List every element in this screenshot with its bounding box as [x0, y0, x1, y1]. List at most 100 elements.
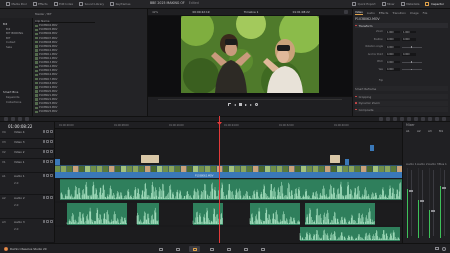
track-header-a3[interactable]: A3 Audio 3 2.0 — [0, 219, 55, 243]
topbar-button-inspector[interactable]: Inspector — [425, 2, 444, 6]
rewind-icon[interactable] — [234, 103, 236, 106]
clip-list-item[interactable]: P1038005.MOV — [35, 28, 99, 32]
clip-list-item[interactable]: P1038022.MOV — [35, 98, 99, 102]
topbar-button-keyframes[interactable]: Keyframes — [110, 2, 130, 6]
topbar-button-effects[interactable]: Effects — [32, 2, 48, 6]
enabled-indicator-icon[interactable] — [355, 95, 357, 98]
lock-icon[interactable] — [42, 196, 46, 199]
page-color[interactable] — [223, 246, 234, 252]
mute-icon[interactable] — [46, 140, 50, 143]
track-area[interactable]: P1038062.MOV — [55, 129, 402, 243]
inspector-tab-file[interactable]: File — [423, 11, 428, 15]
link-icon[interactable] — [407, 117, 411, 121]
fader-knob[interactable] — [442, 186, 447, 189]
zoom-level[interactable]: 42% — [152, 10, 158, 14]
enabled-indicator-icon[interactable] — [355, 102, 357, 104]
page-deliver[interactable] — [257, 246, 268, 252]
clip-list-item[interactable]: P1038007.MOV — [35, 36, 99, 40]
smart-reframe-header[interactable]: Smart Reframe — [355, 86, 448, 91]
slider-knob[interactable] — [411, 61, 413, 63]
page-fairlight[interactable] — [240, 246, 251, 252]
transform-section-header[interactable]: Transform — [355, 23, 448, 28]
clip-list-item[interactable]: P1038020.MOV — [35, 90, 99, 94]
clip-list-item[interactable]: P1038023.MOV — [35, 102, 99, 106]
clip-list-item[interactable]: P1038021.MOV — [35, 94, 99, 98]
page-fusion[interactable] — [206, 246, 217, 252]
timeline-viewer[interactable] — [148, 16, 352, 96]
solo-icon[interactable] — [50, 150, 53, 153]
bin-item[interactable]: Bill — [6, 27, 10, 31]
solo-icon[interactable] — [50, 196, 53, 199]
snap-icon[interactable] — [400, 117, 404, 121]
scissor-icon[interactable] — [25, 117, 29, 121]
enabled-indicator-icon[interactable] — [355, 108, 357, 111]
slider-knob[interactable] — [411, 46, 413, 48]
timeline-ruler[interactable]: 01:00:00:00 01:00:08:00 01:00:16:00 01:00:2… — [55, 122, 402, 129]
clip-list-item[interactable]: P1038019.MOV — [35, 86, 99, 90]
clip-list-item[interactable]: P1038025.MOV — [35, 110, 99, 114]
clip-list-item[interactable]: P1038015.MOV — [35, 69, 99, 73]
clip-list-item[interactable]: P1038014.MOV — [35, 65, 99, 69]
timeline-selector[interactable]: Timeline 1 — [244, 10, 259, 14]
topbar-button-sound-library[interactable]: Sound Library — [79, 2, 104, 6]
fader-knob[interactable] — [431, 209, 436, 212]
transform-slider[interactable] — [402, 46, 422, 48]
inspector-tab-audio[interactable]: Audio — [367, 11, 375, 15]
transform-value-y[interactable]: 0.000 — [402, 38, 416, 41]
solo-icon[interactable] — [50, 130, 53, 133]
clip-list-item[interactable]: P1038017.MOV — [35, 77, 99, 81]
transform-value-x[interactable]: 0.000 — [386, 68, 400, 71]
clip-list-item[interactable]: P1038011.MOV — [35, 53, 99, 57]
zoom-out-icon[interactable] — [435, 117, 439, 121]
solo-icon[interactable] — [50, 160, 53, 163]
bin-item[interactable]: Sele — [6, 45, 12, 49]
fader-knob[interactable] — [420, 199, 425, 202]
lock-icon[interactable] — [42, 220, 46, 223]
clip-list-item[interactable]: P1038004.MOV — [35, 24, 99, 28]
transform-value-x[interactable]: 1.000 — [386, 30, 400, 34]
mute-icon[interactable] — [46, 160, 50, 163]
lock-icon[interactable] — [42, 160, 46, 163]
fader-track[interactable] — [444, 170, 445, 236]
solo-icon[interactable] — [50, 174, 53, 177]
solo-icon[interactable] — [50, 140, 53, 143]
settings-icon[interactable] — [442, 246, 446, 251]
bin-item[interactable]: BIT BIRDING — [6, 31, 23, 35]
slider-knob[interactable] — [411, 68, 413, 71]
fader-track[interactable] — [433, 170, 434, 236]
zoom-in-icon[interactable] — [428, 117, 432, 121]
track-header-v4[interactable]: V4 Video 4 — [0, 129, 55, 139]
topbar-button-edit-index[interactable]: Edit Index — [53, 2, 73, 6]
pointer-icon[interactable] — [379, 117, 383, 121]
clip-list-item[interactable]: P1038009.MOV — [35, 45, 99, 49]
topbar-button-metadata[interactable]: Metadata — [400, 2, 419, 6]
lock-icon[interactable] — [18, 117, 22, 121]
clip-list-item[interactable]: P1038008.MOV — [35, 40, 99, 44]
bin-item[interactable]: BIT — [6, 36, 10, 40]
track-header-a2[interactable]: A2 Audio 2 2.0 — [0, 195, 55, 219]
bin-item[interactable]: Bill — [3, 22, 7, 26]
fader-track[interactable] — [422, 170, 423, 236]
smart-bin-item[interactable]: Keywords — [6, 95, 19, 99]
transform-value-y[interactable]: 0.000 — [402, 53, 416, 56]
transform-slider[interactable] — [402, 61, 422, 63]
clip-list-item[interactable]: P1038018.MOV — [35, 81, 99, 85]
inspector-section-cropping[interactable]: Cropping — [355, 94, 448, 99]
fader-track[interactable] — [411, 170, 412, 236]
lock-icon[interactable] — [42, 140, 46, 143]
mute-icon[interactable] — [46, 130, 50, 133]
transform-value-x[interactable]: 0.000 — [386, 60, 400, 64]
page-edit[interactable] — [189, 246, 200, 252]
bin-item[interactable]: Cutout — [6, 40, 15, 44]
transform-slider[interactable] — [402, 68, 422, 71]
list-icon[interactable] — [11, 117, 15, 121]
mute-icon[interactable] — [46, 196, 50, 199]
inspector-tab-image[interactable]: Image — [410, 11, 419, 15]
clip-list-item[interactable]: P1038010.MOV — [35, 49, 99, 53]
scrubber[interactable] — [158, 99, 342, 100]
fader-knob[interactable] — [409, 189, 414, 192]
topbar-button-quick-export[interactable]: Quick Export — [352, 2, 376, 6]
lock-icon[interactable] — [42, 130, 46, 133]
play-icon[interactable] — [244, 103, 247, 106]
track-header-a1[interactable]: A1 Audio 1 2.0 — [0, 173, 55, 195]
